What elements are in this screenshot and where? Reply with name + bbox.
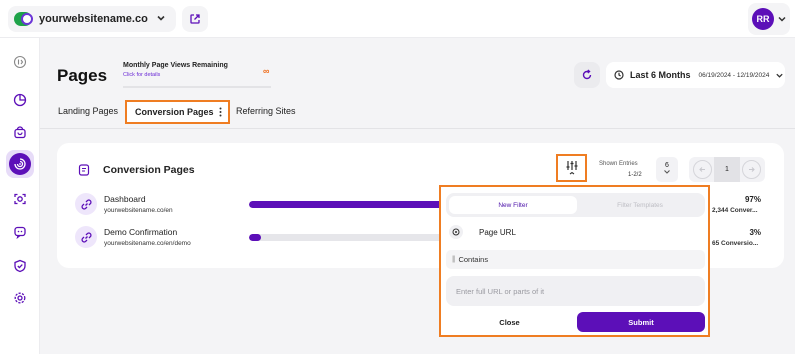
page-views-progress-bar: [123, 86, 271, 88]
row-progress-fill: [249, 234, 261, 241]
url-filter-input[interactable]: [446, 276, 705, 306]
tab-conversion-pages[interactable]: Conversion Pages: [125, 100, 230, 124]
analytics-icon: [14, 158, 26, 170]
shield-icon: [14, 259, 26, 273]
shown-entries-label: Shown Entries: [599, 161, 638, 167]
chevron-down-icon: [157, 15, 165, 21]
chevron-down-icon: [778, 16, 786, 22]
site-logo-icon: [14, 12, 33, 26]
row-percent: 97%: [744, 195, 761, 204]
close-button[interactable]: Close: [446, 312, 573, 332]
date-range-text: 06/19/2024 - 12/19/2024: [698, 71, 770, 79]
date-range-selector[interactable]: Last 6 Months 06/19/2024 - 12/19/2024: [606, 62, 785, 88]
sidebar: [0, 38, 40, 354]
sidebar-item-chat[interactable]: [6, 218, 34, 246]
row-percent: 3%: [749, 228, 761, 237]
page-title: Pages: [57, 66, 108, 85]
link-icon-button[interactable]: [75, 193, 97, 215]
external-link-icon: [190, 14, 200, 24]
sidebar-item-shop[interactable]: [6, 118, 34, 146]
filter-button[interactable]: [556, 154, 587, 182]
filter-popup: New Filter Filter Templates Page URL |||…: [439, 185, 710, 337]
link-icon: [81, 199, 91, 209]
row-page-name: Dashboard: [104, 194, 146, 204]
website-selector[interactable]: yourwebsitename.co: [8, 6, 176, 32]
scan-icon: [14, 193, 26, 205]
refresh-button[interactable]: [574, 62, 600, 88]
card-title: Conversion Pages: [103, 164, 195, 176]
row-page-url[interactable]: yourwebsitename.co/en/demo: [104, 240, 191, 247]
sidebar-item-collapse[interactable]: [6, 48, 34, 76]
filter-field-row[interactable]: Page URL: [446, 222, 705, 242]
arrow-left-icon: [699, 167, 705, 172]
row-progress-fill: [249, 201, 443, 208]
drag-handle-icon: |||: [452, 256, 456, 263]
row-progress-bar: [249, 234, 449, 241]
sidebar-item-settings[interactable]: [6, 284, 34, 312]
row-conversions: 2,344 Conver...: [712, 207, 758, 214]
more-options-icon[interactable]: [219, 107, 222, 117]
date-preset-label: Last 6 Months: [630, 70, 691, 80]
tab-landing-pages[interactable]: Landing Pages: [58, 106, 118, 116]
top-bar: yourwebsitename.co RR: [0, 0, 795, 38]
dashboard-icon: [13, 93, 27, 107]
link-icon-button[interactable]: [75, 226, 97, 248]
document-icon: [78, 164, 90, 176]
page-views-title: Monthly Page Views Remaining: [123, 62, 228, 69]
filter-popup-tabs: New Filter Filter Templates: [446, 193, 705, 217]
shopping-bag-icon: [14, 126, 26, 139]
tab-filter-templates[interactable]: Filter Templates: [576, 196, 704, 214]
row-progress-bar: [249, 201, 449, 208]
arrow-right-icon: [749, 167, 755, 172]
filter-operator-select[interactable]: ||| Contains: [446, 250, 705, 269]
filter-field-label: Page URL: [479, 227, 516, 237]
current-page[interactable]: 1: [714, 157, 740, 182]
tabs-divider: [40, 128, 795, 129]
avatar: RR: [752, 8, 774, 30]
filter-operator-label: Contains: [458, 255, 489, 264]
target-icon: [449, 225, 463, 239]
row-page-url[interactable]: yourwebsitename.co/en: [104, 207, 173, 214]
submit-button[interactable]: Submit: [577, 312, 705, 332]
sidebar-item-scan[interactable]: [6, 185, 34, 213]
sidebar-item-analytics[interactable]: [6, 150, 34, 178]
sidebar-item-security[interactable]: [6, 252, 34, 280]
tab-conversion-pages-label: Conversion Pages: [135, 107, 214, 117]
page-views-remaining-value: ∞: [263, 66, 270, 76]
chat-icon: [14, 226, 26, 239]
row-conversions: 65 Conversio...: [712, 240, 759, 247]
previous-page-button[interactable]: [693, 160, 712, 179]
tab-referring-sites[interactable]: Referring Sites: [236, 106, 296, 116]
next-page-button[interactable]: [742, 160, 761, 179]
entries-per-page-value: 6: [665, 162, 669, 169]
pagination: 1: [689, 157, 765, 182]
user-menu-button[interactable]: RR: [748, 3, 790, 35]
settings-icon: [14, 292, 26, 304]
clock-icon: [614, 70, 624, 80]
site-name: yourwebsitename.co: [39, 13, 148, 25]
row-page-name: Demo Confirmation: [104, 227, 178, 237]
open-external-button[interactable]: [182, 6, 208, 32]
chevron-down-icon: [776, 73, 784, 78]
refresh-icon: [582, 69, 592, 80]
chevron-down-icon: [664, 170, 670, 174]
link-icon: [81, 232, 91, 242]
shown-entries-value: 1-2/2: [628, 172, 642, 178]
filter-sliders-icon: [566, 161, 577, 175]
entries-per-page-select[interactable]: 6: [656, 157, 678, 182]
tab-new-filter[interactable]: New Filter: [449, 196, 577, 214]
page-views-details-link[interactable]: Click for details: [123, 72, 160, 78]
sidebar-item-dashboard[interactable]: [6, 86, 34, 114]
collapse-icon: [13, 55, 27, 69]
